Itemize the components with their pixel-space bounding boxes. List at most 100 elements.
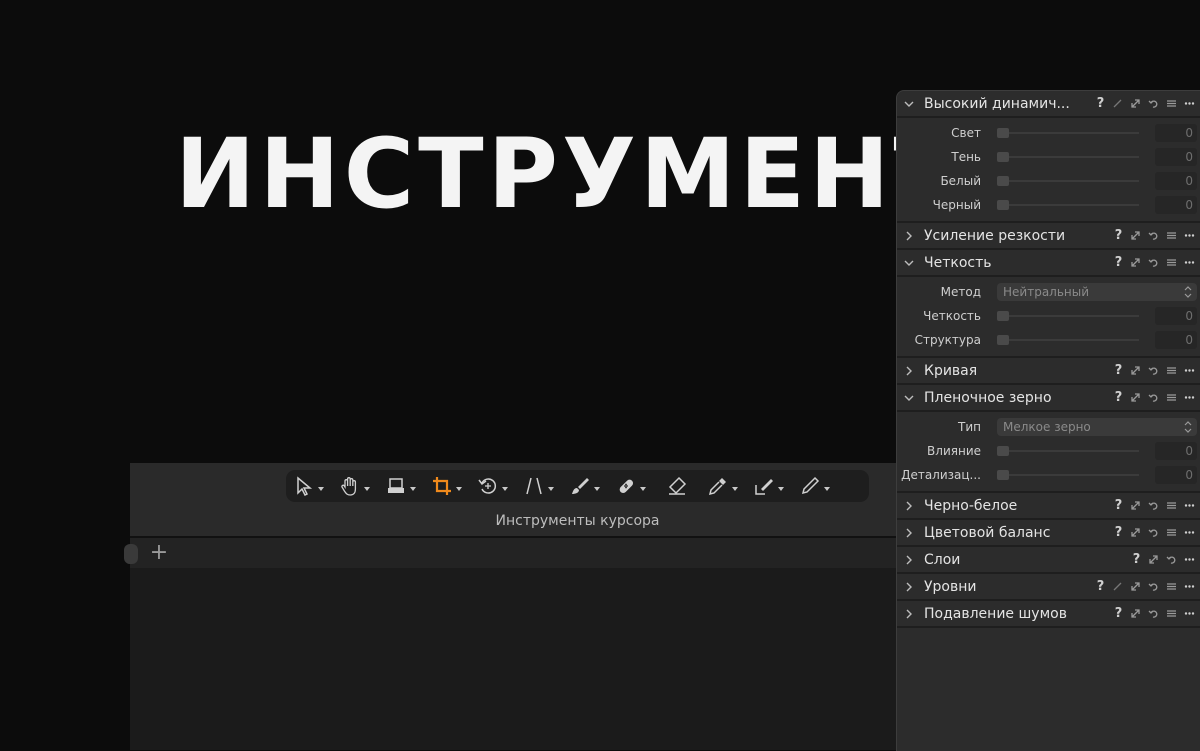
eyedropper-tool[interactable] — [700, 470, 746, 502]
reset-icon[interactable] — [1148, 581, 1159, 592]
copy-apply-icon[interactable] — [1130, 500, 1141, 511]
presets-icon[interactable] — [1166, 392, 1177, 403]
slider[interactable] — [997, 152, 1139, 162]
chevron-down-icon[interactable] — [904, 99, 914, 109]
reset-icon[interactable] — [1148, 500, 1159, 511]
slider-thumb[interactable] — [997, 128, 1009, 138]
value-field[interactable]: 0 — [1155, 196, 1197, 214]
slider-thumb[interactable] — [997, 311, 1009, 321]
reset-icon[interactable] — [1166, 554, 1177, 565]
rotate-tool[interactable] — [470, 470, 516, 502]
help-icon[interactable]: ? — [1114, 606, 1123, 621]
value-field[interactable]: 0 — [1155, 172, 1197, 190]
chevron-right-icon[interactable] — [904, 528, 914, 538]
reset-icon[interactable] — [1148, 392, 1159, 403]
chevron-right-icon[interactable] — [904, 231, 914, 241]
grain-type-select[interactable]: Мелкое зерно — [997, 418, 1197, 436]
more-icon[interactable] — [1184, 365, 1195, 376]
presets-icon[interactable] — [1166, 230, 1177, 241]
more-icon[interactable] — [1184, 392, 1195, 403]
presets-icon[interactable] — [1166, 608, 1177, 619]
chevron-right-icon[interactable] — [904, 366, 914, 376]
slider[interactable] — [997, 128, 1139, 138]
section-header-bw[interactable]: Черно-белое ? — [897, 493, 1200, 520]
reset-icon[interactable] — [1148, 257, 1159, 268]
more-icon[interactable] — [1184, 554, 1195, 565]
chevron-down-icon[interactable] — [904, 258, 914, 268]
presets-icon[interactable] — [1166, 98, 1177, 109]
help-icon[interactable]: ? — [1114, 228, 1123, 243]
reset-icon[interactable] — [1148, 230, 1159, 241]
slider[interactable] — [997, 200, 1139, 210]
slider-thumb[interactable] — [997, 335, 1009, 345]
cursor-select-tool[interactable] — [286, 470, 332, 502]
magic-wand-icon[interactable] — [1112, 98, 1123, 109]
section-header-sharpen[interactable]: Усиление резкости ? — [897, 223, 1200, 250]
magic-wand-icon[interactable] — [1112, 581, 1123, 592]
help-icon[interactable]: ? — [1096, 96, 1105, 111]
section-header-curve[interactable]: Кривая ? — [897, 358, 1200, 385]
stamp-tool[interactable] — [378, 470, 424, 502]
slider[interactable] — [997, 470, 1139, 480]
value-field[interactable]: 0 — [1155, 148, 1197, 166]
help-icon[interactable]: ? — [1114, 363, 1123, 378]
healing-tool[interactable] — [608, 470, 654, 502]
pan-tool[interactable] — [332, 470, 378, 502]
presets-icon[interactable] — [1166, 500, 1177, 511]
section-header-layers[interactable]: Слои ? — [897, 547, 1200, 574]
section-header-color-balance[interactable]: Цветовой баланс ? — [897, 520, 1200, 547]
value-field[interactable]: 0 — [1155, 331, 1197, 349]
slider-thumb[interactable] — [997, 200, 1009, 210]
section-header-noise[interactable]: Подавление шумов ? — [897, 601, 1200, 628]
keystone-tool[interactable] — [516, 470, 562, 502]
copy-apply-icon[interactable] — [1130, 608, 1141, 619]
chevron-right-icon[interactable] — [904, 501, 914, 511]
crop-tool[interactable] — [424, 470, 470, 502]
more-icon[interactable] — [1184, 581, 1195, 592]
slider[interactable] — [997, 335, 1139, 345]
copy-apply-icon[interactable] — [1130, 257, 1141, 268]
chevron-right-icon[interactable] — [904, 555, 914, 565]
reset-icon[interactable] — [1148, 365, 1159, 376]
copy-apply-icon[interactable] — [1130, 365, 1141, 376]
help-icon[interactable]: ? — [1114, 255, 1123, 270]
help-icon[interactable]: ? — [1114, 390, 1123, 405]
more-icon[interactable] — [1184, 500, 1195, 511]
pick-brush-tool[interactable] — [746, 470, 792, 502]
pen-tool[interactable] — [792, 470, 838, 502]
section-header-levels[interactable]: Уровни ? — [897, 574, 1200, 601]
help-icon[interactable]: ? — [1132, 552, 1141, 567]
tab-scroll-knob[interactable] — [124, 544, 138, 564]
slider[interactable] — [997, 311, 1139, 321]
copy-apply-icon[interactable] — [1148, 554, 1159, 565]
chevron-right-icon[interactable] — [904, 582, 914, 592]
chevron-down-icon[interactable] — [904, 393, 914, 403]
eraser-tool[interactable] — [654, 470, 700, 502]
value-field[interactable]: 0 — [1155, 307, 1197, 325]
copy-apply-icon[interactable] — [1130, 392, 1141, 403]
section-header-grain[interactable]: Пленочное зерно ? — [897, 385, 1200, 412]
presets-icon[interactable] — [1166, 257, 1177, 268]
copy-apply-icon[interactable] — [1130, 581, 1141, 592]
add-tab-button[interactable]: + — [148, 542, 170, 564]
copy-apply-icon[interactable] — [1130, 230, 1141, 241]
chevron-right-icon[interactable] — [904, 609, 914, 619]
presets-icon[interactable] — [1166, 581, 1177, 592]
slider-thumb[interactable] — [997, 470, 1009, 480]
method-select[interactable]: Нейтральный — [997, 283, 1197, 301]
slider[interactable] — [997, 176, 1139, 186]
slider-thumb[interactable] — [997, 176, 1009, 186]
more-icon[interactable] — [1184, 608, 1195, 619]
slider-thumb[interactable] — [997, 152, 1009, 162]
value-field[interactable]: 0 — [1155, 466, 1197, 484]
presets-icon[interactable] — [1166, 527, 1177, 538]
copy-apply-icon[interactable] — [1130, 527, 1141, 538]
help-icon[interactable]: ? — [1114, 525, 1123, 540]
slider-thumb[interactable] — [997, 446, 1009, 456]
copy-apply-icon[interactable] — [1130, 98, 1141, 109]
more-icon[interactable] — [1184, 527, 1195, 538]
more-icon[interactable] — [1184, 230, 1195, 241]
more-icon[interactable] — [1184, 98, 1195, 109]
value-field[interactable]: 0 — [1155, 124, 1197, 142]
reset-icon[interactable] — [1148, 527, 1159, 538]
